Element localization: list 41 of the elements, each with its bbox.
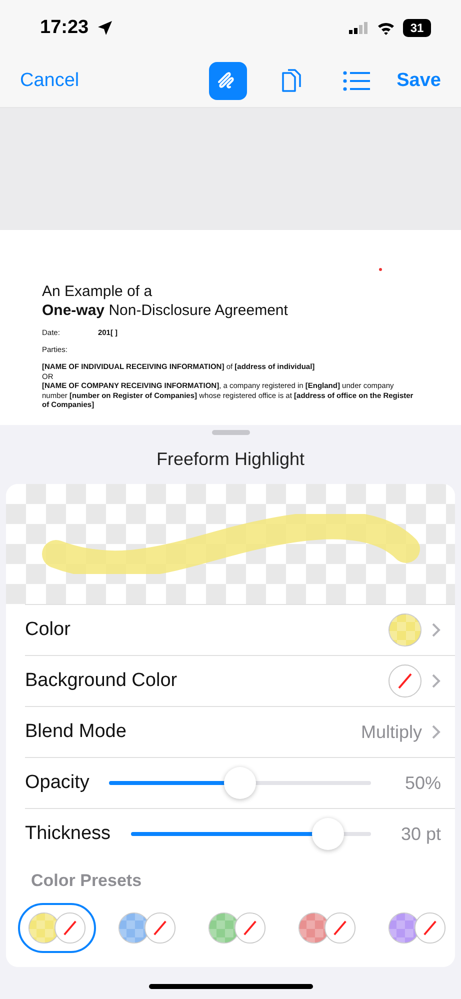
document-title: One-way Non-Disclosure Agreement (42, 301, 289, 320)
slider-reading: 30 pt (400, 824, 441, 844)
location-arrow-icon (96, 20, 113, 36)
slider-reading: 50% (404, 772, 441, 794)
settings-row[interactable]: Thickness 30 pt (25, 808, 455, 859)
row-label: Background Color (25, 670, 178, 692)
slider[interactable] (130, 818, 371, 850)
pages-icon (280, 68, 304, 94)
toolbar-button[interactable] (208, 62, 247, 100)
chevron-icon (432, 674, 441, 688)
row-label: Opacity (25, 772, 90, 794)
row-label: Color (25, 619, 70, 641)
row-label: Blend Mode (25, 721, 126, 743)
preset-no-color-swatch (234, 912, 266, 944)
battery-level: 31 (403, 18, 431, 36)
section-header: Color Presets (31, 871, 142, 891)
preset-no-color-swatch (144, 912, 176, 944)
settings-row[interactable]: Background Color (25, 655, 455, 706)
list-icon (342, 70, 370, 92)
grab-handle[interactable] (212, 430, 250, 435)
wifi-icon (377, 20, 395, 34)
preset-no-color-swatch (54, 912, 86, 944)
settings-row[interactable]: Color (25, 604, 455, 655)
document-title: An Example of a (42, 282, 154, 301)
row-label: Thickness (25, 823, 111, 845)
preset-no-color-swatch (324, 912, 356, 944)
slider-thumb[interactable] (312, 818, 344, 850)
no-color-swatch (388, 664, 422, 698)
status-time: 17:23 (40, 16, 89, 38)
annotation-dot (379, 268, 382, 271)
preset-no-color-swatch (414, 912, 446, 944)
slider-thumb[interactable] (224, 767, 256, 799)
signal-icon (349, 22, 369, 34)
blend-mode-value: Multiply (360, 722, 422, 742)
color-preset[interactable] (18, 903, 96, 953)
settings-row[interactable]: Blend Mode Multiply (25, 706, 455, 757)
settings-row[interactable]: Opacity 50% (25, 757, 455, 808)
chevron-icon (432, 623, 441, 637)
sheet-title: Freeform Highlight (156, 449, 305, 470)
chevron-icon (432, 725, 441, 739)
slider[interactable] (109, 767, 371, 799)
